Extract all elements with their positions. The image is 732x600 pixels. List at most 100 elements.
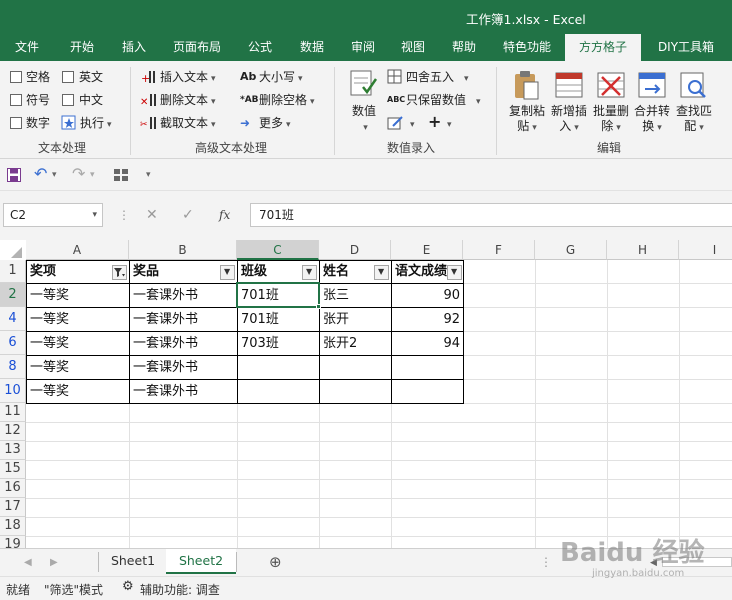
spreadsheet-grid[interactable]: A B C D E F G H I 1 2 4 6 8 10 11 12 13 … [0, 240, 732, 548]
column-header-f[interactable]: F [463, 240, 535, 260]
chevron-down-icon[interactable]: ▾ [444, 114, 452, 132]
filter-dropdown-button[interactable]: ▼ [447, 265, 462, 280]
save-icon[interactable] [7, 168, 21, 182]
customize-qat-icon[interactable]: ▾ [146, 166, 151, 184]
tab-review[interactable]: 审阅 [341, 34, 385, 61]
cell-b2[interactable]: 一套课外书 [130, 284, 236, 307]
grid-view-icon[interactable] [114, 169, 128, 181]
column-header-i[interactable]: I [679, 240, 732, 260]
tab-fangfanggezi[interactable]: 方方格子 [565, 34, 641, 61]
cell-a10[interactable]: 一等奖 [27, 380, 128, 403]
header-cell-class[interactable]: 班级 [238, 261, 302, 283]
row-header-4[interactable]: 4 [0, 307, 26, 331]
row-header-2[interactable]: 2 [0, 283, 26, 307]
chinese-checkbox[interactable] [62, 94, 74, 106]
cell-a8[interactable]: 一等奖 [27, 356, 128, 379]
remove-space-button[interactable]: 删除空格 ▾ [259, 91, 315, 109]
tab-page-layout[interactable]: 页面布局 [164, 34, 230, 61]
row-header-12[interactable]: 12 [0, 422, 26, 441]
find-match-button[interactable]: 查找匹配 ▾ [672, 104, 716, 136]
filter-dropdown-button[interactable]: ▼ [220, 265, 235, 280]
column-header-c[interactable]: C [237, 240, 319, 260]
cell-b8[interactable]: 一套课外书 [130, 356, 236, 379]
extract-text-button[interactable]: 截取文本 ▾ [160, 114, 216, 132]
cell-b4[interactable]: 一套课外书 [130, 308, 236, 331]
cell-e8[interactable] [392, 356, 462, 379]
formula-input[interactable]: 701班 [250, 203, 732, 227]
space-checkbox[interactable] [10, 71, 22, 83]
select-all-icon[interactable] [9, 247, 23, 259]
insert-button[interactable]: 新增插入 ▾ [547, 104, 591, 136]
row-header-11[interactable]: 11 [0, 403, 26, 422]
cell-b6[interactable]: 一套课外书 [130, 332, 236, 355]
more-button[interactable]: 更多 ▾ [259, 114, 291, 132]
row-header-17[interactable]: 17 [0, 498, 26, 517]
column-header-a[interactable]: A [26, 240, 129, 260]
sheet-tab-sheet2[interactable]: Sheet2 [166, 549, 236, 574]
cell-d8[interactable] [320, 356, 390, 379]
chevron-down-icon[interactable]: ▾ [90, 166, 95, 184]
cell-c8[interactable] [238, 356, 318, 379]
row-header-18[interactable]: 18 [0, 517, 26, 536]
cell-a4[interactable]: 一等奖 [27, 308, 128, 331]
header-cell-award[interactable]: 奖项 [27, 261, 112, 283]
redo-icon[interactable]: ↷ [72, 165, 85, 183]
execute-button[interactable]: 执行 ▾ [80, 114, 112, 132]
cell-e10[interactable] [392, 380, 462, 403]
chevron-down-icon[interactable]: ▾ [92, 204, 97, 226]
cell-b10[interactable]: 一套课外书 [130, 380, 236, 403]
row-header-8[interactable]: 8 [0, 355, 26, 379]
tab-view[interactable]: 视图 [392, 34, 434, 61]
column-header-h[interactable]: H [607, 240, 679, 260]
number-checkbox[interactable] [10, 117, 22, 129]
cell-e4[interactable]: 92 [392, 308, 462, 331]
cell-c10[interactable] [238, 380, 318, 403]
name-box[interactable]: C2 ▾ [3, 203, 103, 227]
function-icon[interactable]: fx [219, 206, 230, 224]
column-header-g[interactable]: G [535, 240, 607, 260]
chevron-down-icon[interactable]: ▾ [407, 114, 415, 132]
header-cell-name[interactable]: 姓名 [320, 261, 374, 283]
tab-file[interactable]: 文件 [4, 34, 50, 61]
header-cell-chinese-score[interactable]: 语文成绩 [392, 261, 447, 283]
status-accessibility[interactable]: 辅助功能: 调查 [140, 581, 220, 598]
cell-a2[interactable]: 一等奖 [27, 284, 128, 307]
row-header-13[interactable]: 13 [0, 441, 26, 460]
english-checkbox[interactable] [62, 71, 74, 83]
number-entry-icon[interactable] [349, 69, 379, 101]
sheet-tab-sheet1[interactable]: Sheet1 [100, 549, 166, 574]
column-header-e[interactable]: E [391, 240, 463, 260]
tab-insert[interactable]: 插入 [112, 34, 156, 61]
column-header-b[interactable]: B [129, 240, 237, 260]
cell-a6[interactable]: 一等奖 [27, 332, 128, 355]
tab-diy-toolbox[interactable]: DIY工具箱 [646, 34, 726, 61]
number-button[interactable]: 数值 ▾ [346, 104, 382, 136]
filter-active-button[interactable] [112, 265, 127, 280]
case-button[interactable]: 大小写 ▾ [259, 68, 303, 86]
edit-pen-icon[interactable] [387, 115, 407, 131]
row-header-10[interactable]: 10 [0, 379, 26, 403]
cell-d10[interactable] [320, 380, 390, 403]
symbol-checkbox[interactable] [10, 94, 22, 106]
cell-d2[interactable]: 张三 [320, 284, 390, 307]
scroll-left-icon[interactable]: ◀ [24, 554, 32, 572]
cell-d6[interactable]: 张开2 [320, 332, 390, 355]
tab-formulas[interactable]: 公式 [240, 34, 280, 61]
tab-help[interactable]: 帮助 [443, 34, 485, 61]
chevron-down-icon[interactable]: ▾ [52, 166, 57, 184]
cell-e6[interactable]: 94 [392, 332, 462, 355]
merge-convert-button[interactable]: 合并转换 ▾ [630, 104, 674, 136]
cell-e2[interactable]: 90 [392, 284, 462, 307]
confirm-icon[interactable]: ✓ [182, 206, 194, 224]
cell-d4[interactable]: 张开 [320, 308, 390, 331]
cell-c6[interactable]: 703班 [238, 332, 318, 355]
header-cell-prize[interactable]: 奖品 [130, 261, 220, 283]
filter-dropdown-button[interactable]: ▼ [302, 265, 317, 280]
fill-handle[interactable] [316, 304, 321, 309]
cell-c4[interactable]: 701班 [238, 308, 318, 331]
row-header-19[interactable]: 19 [0, 536, 26, 548]
row-header-15[interactable]: 15 [0, 460, 26, 479]
column-header-d[interactable]: D [319, 240, 391, 260]
keep-number-button[interactable]: 只保留数值 ▾ [406, 91, 481, 109]
plus-icon[interactable]: + [428, 113, 441, 131]
